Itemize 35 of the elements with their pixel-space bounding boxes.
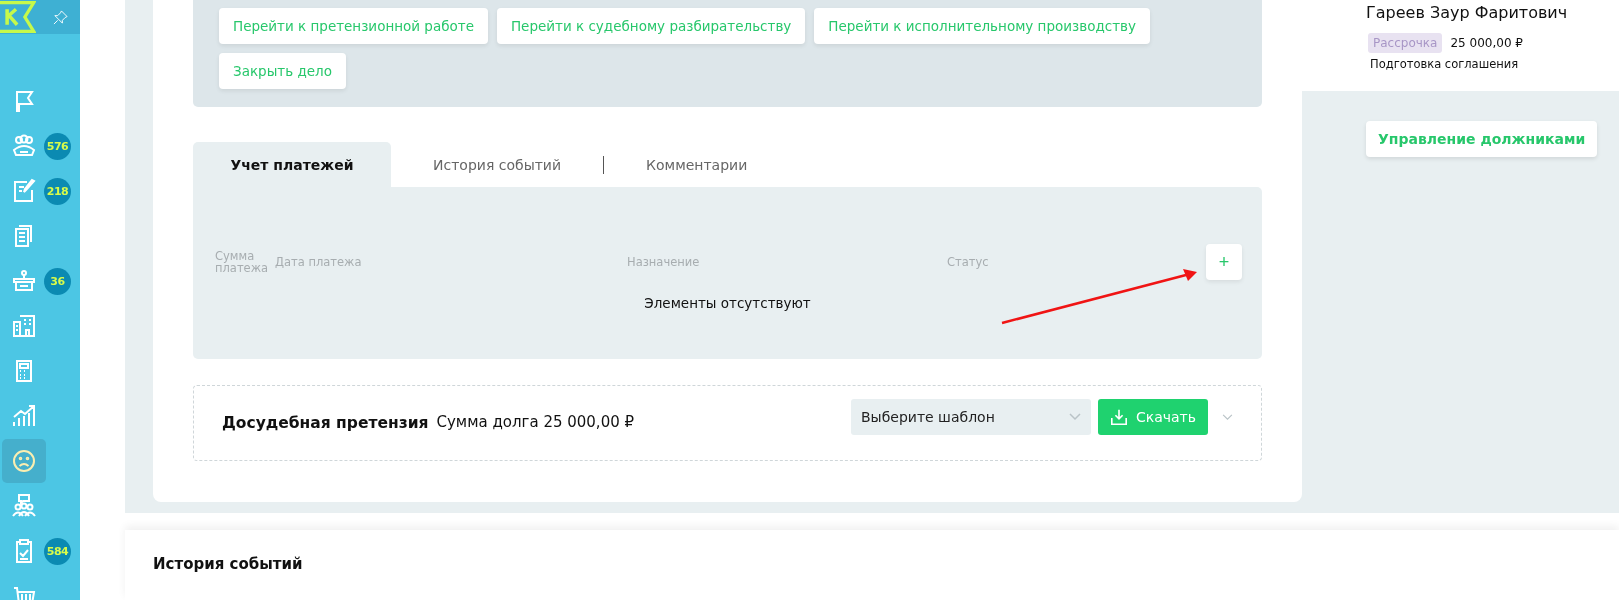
building-icon [10, 312, 38, 340]
count-badge: 576 [44, 132, 71, 160]
tab[interactable]: История событий [391, 142, 604, 187]
column-header: Статус [947, 255, 990, 269]
column-header: Сумма платежа [215, 249, 270, 275]
manage-debtors-button[interactable]: Управление должниками [1366, 121, 1598, 157]
count-badge: 218 [44, 177, 71, 205]
debt-amount: 25 000,00 ₽ [1450, 36, 1523, 50]
count-badge: 584 [44, 537, 71, 565]
chevron-down-icon [1069, 413, 1081, 421]
download-button[interactable]: Скачать [1098, 399, 1208, 435]
tab[interactable]: Комментарии [604, 142, 790, 187]
action-button[interactable]: Перейти к судебному разбирательству [496, 8, 806, 44]
empty-message: Элементы отсутствуют [643, 295, 812, 311]
stage-label: Подготовка соглашения [1370, 57, 1520, 71]
claim-title: Досудебная претензия [222, 414, 429, 432]
nav-item[interactable] [2, 439, 46, 483]
action-button[interactable]: Закрыть дело [219, 53, 346, 89]
pin-icon[interactable] [53, 9, 68, 25]
count-badge: 36 [44, 267, 71, 295]
action-button[interactable]: Перейти к исполнительному производству [814, 8, 1150, 44]
expand-icon[interactable] [1222, 413, 1233, 421]
tab[interactable]: Учет платежей [193, 142, 391, 187]
status-tag: Рассрочка [1368, 33, 1443, 53]
logo-icon [0, 0, 36, 34]
section-title: История событий [153, 555, 303, 574]
sad-face-icon [10, 447, 38, 475]
download-icon [1109, 408, 1128, 426]
column-header: Дата платежа [275, 255, 363, 269]
debtor-name: Гареев Заур Фаритович [1366, 3, 1569, 22]
add-button[interactable]: + [1206, 244, 1242, 280]
debt-amount: Сумма долга 25 000,00 ₽ [436, 413, 635, 431]
column-header: Назначение [627, 255, 701, 269]
template-select[interactable]: Выберите шаблон [851, 399, 1091, 435]
action-button[interactable]: Перейти к претензионной работе [219, 8, 488, 44]
